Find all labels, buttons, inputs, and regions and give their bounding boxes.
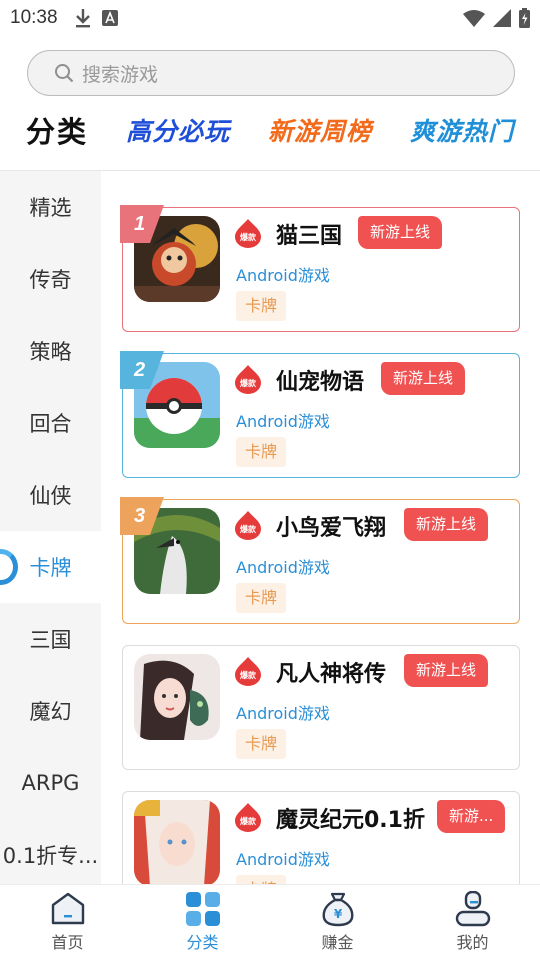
sidebar-item-label: ARPG [21, 771, 80, 795]
active-indicator-icon [0, 549, 18, 585]
new-game-tag: 新游上线 [404, 508, 489, 541]
new-game-tag: 新游上线 [381, 362, 466, 395]
svg-text:爆款: 爆款 [240, 524, 257, 534]
battery-icon [519, 8, 530, 28]
page-title: 分类 [26, 115, 89, 149]
sidebar-item-label: 回合 [29, 412, 72, 436]
svg-text:¥: ¥ [333, 907, 342, 921]
platform-label: Android游戏 [236, 850, 330, 869]
sidebar-item-turn-based[interactable]: 回合 [0, 387, 101, 459]
game-card[interactable]: 爆款 魔灵纪元0.1折 新游... Android游戏 卡牌 [122, 791, 520, 884]
sidebar-item-label: 精选 [29, 196, 72, 220]
sidebar-item-three-kingdoms[interactable]: 三国 [0, 603, 101, 675]
sidebar-item-label: 仙侠 [29, 484, 72, 508]
hot-badge-icon: 爆款 [235, 511, 261, 540]
sidebar-item-arpg[interactable]: ARPG [0, 747, 101, 819]
nav-label: 分类 [186, 933, 219, 952]
hot-badge-icon: 爆款 [235, 365, 261, 394]
rank-badge-icon: 3 [120, 497, 164, 535]
nav-home[interactable]: 首页 [0, 885, 135, 960]
rank-badge-icon: 1 [120, 205, 164, 243]
game-card[interactable]: 3 爆款 小鸟爱飞翔 新游上线 Android游戏 卡牌 [120, 497, 520, 624]
game-icon-image [134, 800, 220, 884]
search-placeholder: 搜索游戏 [82, 63, 159, 86]
status-bar: 10:38 [0, 0, 540, 36]
sidebar-item-label: 0.1折专... [2, 844, 99, 868]
hot-badge-icon: 爆款 [235, 657, 261, 686]
game-list: 1 爆款 猫三国 新游上线 Android游戏 卡牌 2 爆款 仙宠物语 新游上… [101, 171, 540, 884]
sidebar-item-xianxia[interactable]: 仙侠 [0, 459, 101, 531]
svg-text:爆款: 爆款 [240, 816, 257, 826]
home-icon [51, 892, 84, 925]
download-icon [75, 9, 90, 28]
nav-profile[interactable]: 我的 [405, 885, 540, 960]
game-name: 仙宠物语 [276, 370, 365, 395]
nav-earn[interactable]: ¥ 赚金 [270, 885, 405, 960]
new-game-tag: 新游上线 [358, 216, 443, 249]
search-icon [55, 64, 74, 83]
rank-number: 3 [134, 505, 145, 527]
profile-icon [455, 891, 490, 927]
sidebar-item-label: 卡牌 [29, 556, 72, 580]
sidebar-item-fantasy[interactable]: 魔幻 [0, 675, 101, 747]
tab-new-games-weekly[interactable]: 新游周榜 [268, 112, 372, 148]
sidebar-item-card[interactable]: 卡牌 [0, 531, 101, 603]
genre-tag: 卡牌 [236, 875, 287, 884]
new-game-tag: 新游... [437, 800, 506, 833]
svg-text:爆款: 爆款 [240, 378, 257, 388]
genre-tag: 卡牌 [236, 583, 287, 613]
status-time: 10:38 [10, 7, 58, 28]
svg-text:爆款: 爆款 [240, 232, 257, 242]
category-sidebar: 精选 传奇 策略 回合 仙侠 卡牌 三国 魔幻 ARPG 0.1折专... [0, 171, 101, 884]
new-game-tag: 新游上线 [404, 654, 489, 687]
hot-badge-icon: 爆款 [235, 803, 261, 832]
a-notification-icon [101, 10, 118, 26]
nav-label: 我的 [456, 933, 489, 952]
svg-text:爆款: 爆款 [240, 670, 257, 680]
tab-hot-games[interactable]: 爽游热门 [410, 112, 514, 148]
game-card[interactable]: 2 爆款 仙宠物语 新游上线 Android游戏 卡牌 [120, 351, 520, 478]
sidebar-item-label: 魔幻 [29, 700, 72, 724]
genre-tag: 卡牌 [236, 437, 287, 467]
game-name: 凡人神将传 [276, 662, 387, 687]
sidebar-item-label: 三国 [29, 628, 72, 652]
rank-badge-icon: 2 [120, 351, 164, 389]
sidebar-item-label: 策略 [29, 340, 72, 364]
tab-high-score[interactable]: 高分必玩 [126, 112, 230, 148]
game-name: 魔灵纪元0.1折 [276, 808, 425, 833]
game-card[interactable]: 爆款 凡人神将传 新游上线 Android游戏 卡牌 [122, 645, 520, 770]
game-icon-image [134, 654, 220, 740]
nav-label: 首页 [51, 933, 84, 952]
search-bar[interactable]: 搜索游戏 [27, 50, 515, 96]
sidebar-item-strategy[interactable]: 策略 [0, 315, 101, 387]
platform-label: Android游戏 [236, 412, 330, 431]
wifi-icon [463, 10, 485, 27]
category-grid-icon [185, 892, 220, 926]
nav-label: 赚金 [321, 933, 354, 952]
sidebar-item-legend[interactable]: 传奇 [0, 243, 101, 315]
rank-number: 2 [133, 359, 145, 381]
platform-label: Android游戏 [236, 266, 330, 285]
game-name: 猫三国 [276, 224, 343, 249]
nav-category[interactable]: 分类 [135, 885, 270, 960]
genre-tag: 卡牌 [236, 729, 287, 759]
hot-badge-icon: 爆款 [235, 219, 261, 248]
category-header: 分类 高分必玩 新游周榜 爽游热门 [0, 104, 540, 156]
genre-tag: 卡牌 [236, 291, 287, 321]
platform-label: Android游戏 [236, 704, 330, 723]
game-card[interactable]: 1 爆款 猫三国 新游上线 Android游戏 卡牌 [120, 205, 520, 332]
sidebar-item-label: 传奇 [29, 268, 72, 292]
platform-label: Android游戏 [236, 558, 330, 577]
game-name: 小鸟爱飞翔 [276, 516, 387, 541]
rank-number: 1 [134, 213, 145, 235]
money-bag-icon: ¥ [322, 892, 353, 927]
bottom-navigation: 首页 分类 ¥ 赚金 我的 [0, 884, 540, 960]
sidebar-item-discount[interactable]: 0.1折专... [0, 819, 101, 884]
sidebar-item-featured[interactable]: 精选 [0, 171, 101, 243]
signal-icon [493, 9, 511, 27]
